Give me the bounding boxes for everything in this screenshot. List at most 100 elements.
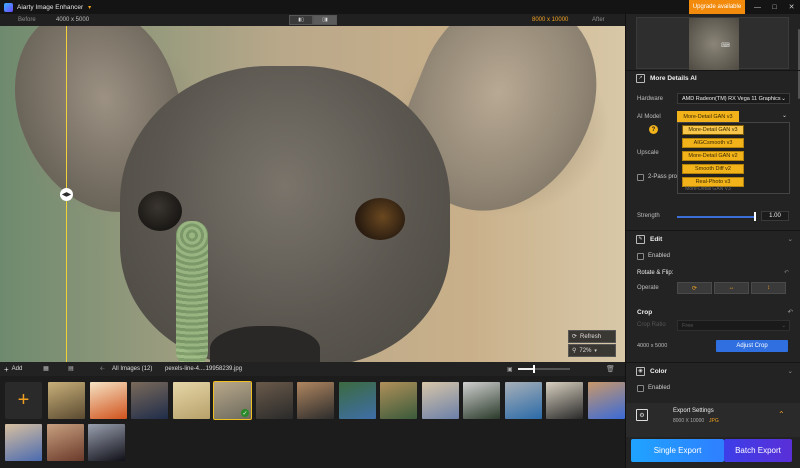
rotate-flip-label: Rotate & Flip: <box>637 270 674 276</box>
image-list-toolbar: + Add ▦ ▤ 🡠 All Images (12) pexels-line-… <box>0 362 625 376</box>
chevron-down-icon[interactable]: ▾ <box>88 4 91 11</box>
adjust-crop-button[interactable]: Adjust Crop <box>716 340 788 352</box>
crop-ratio-label: Crop Ratio <box>637 322 666 328</box>
deer-eye-right <box>355 198 405 240</box>
chevron-down-icon: ⌄ <box>781 322 786 329</box>
reset-icon: ↶ <box>787 309 793 316</box>
image-thumbnail[interactable] <box>546 382 583 419</box>
image-size-icon: ▣ <box>507 366 513 373</box>
strength-value[interactable]: 1.00 <box>761 211 789 221</box>
thumbnail-size-fill <box>518 368 534 370</box>
maximize-icon[interactable]: □ <box>766 0 783 14</box>
zoom-icon: ⚲ <box>572 348 577 354</box>
image-thumbnail[interactable] <box>297 382 334 419</box>
image-thumbnail[interactable] <box>504 382 542 419</box>
ai-model-option[interactable]: More-Detail GAN v2 <box>682 151 744 161</box>
side-by-side-icon[interactable]: ▯▮ <box>313 15 337 25</box>
ai-model-select[interactable]: More-Detail GAN v3 <box>677 111 739 122</box>
deer-nose <box>210 326 320 362</box>
grid-view-icon[interactable]: ▦ <box>39 364 53 373</box>
image-thumbnail[interactable] <box>587 382 625 419</box>
ai-model-value: More-Detail GAN v3 <box>683 113 733 120</box>
rotate-icon[interactable]: ⟳ <box>677 282 712 294</box>
hardware-label: Hardware <box>637 96 664 102</box>
thumbnail-size-thumb[interactable] <box>532 365 535 373</box>
back-arrow-icon[interactable]: 🡠 <box>100 364 105 374</box>
reset-icon[interactable]: ↶ <box>784 269 789 276</box>
color-icon: ◉ <box>636 366 645 376</box>
zoom-control[interactable]: ⚲ 72% ▾ <box>568 344 616 357</box>
edit-icon: ✎ <box>636 234 645 244</box>
export-settings-size: 8000 X 10000 <box>673 418 705 424</box>
image-thumbnail[interactable] <box>172 382 210 419</box>
strength-slider-thumb[interactable] <box>754 212 756 221</box>
chevron-down-icon[interactable]: ⌄ <box>782 112 787 119</box>
export-settings-icon: ⚙ <box>636 409 648 421</box>
thumbnail-size-slider[interactable] <box>518 365 570 373</box>
image-thumbnail[interactable]: ✓ <box>213 381 252 420</box>
divider <box>626 362 800 363</box>
chevron-down-icon: ▾ <box>594 347 597 354</box>
all-images-label[interactable]: All Images (12) <box>112 366 152 372</box>
compare-bar: Before 4000 x 5000 ▮▯ ▯▮ 8000 x 10000 Af… <box>0 14 625 26</box>
image-thumbnail[interactable] <box>46 424 84 461</box>
crop-ratio-select[interactable]: Free ⌄ <box>677 320 790 331</box>
image-canvas[interactable]: ◀▶ ⟳ Refresh ⚲ 72% ▾ <box>0 26 625 362</box>
export-settings-title: Export Settings <box>673 408 714 414</box>
image-thumbnail[interactable] <box>131 382 168 419</box>
color-enabled-label: Enabled <box>648 385 671 391</box>
edit-header[interactable]: ✎ Edit ⌄ <box>626 233 800 245</box>
image-thumbnail[interactable] <box>463 382 500 419</box>
trash-icon[interactable]: 🗑 <box>606 365 615 373</box>
color-enabled-checkbox[interactable] <box>637 385 644 392</box>
image-thumbnail[interactable] <box>88 424 125 461</box>
image-thumbnail[interactable] <box>338 382 376 419</box>
crop-dimensions: 4000 x 5000 <box>637 343 668 349</box>
add-button[interactable]: + Add <box>4 365 22 374</box>
ai-model-option[interactable]: More-Detail GAN v3 <box>682 125 744 135</box>
image-thumbnail[interactable] <box>89 382 127 419</box>
refresh-button[interactable]: ⟳ Refresh <box>568 330 616 343</box>
single-export-button[interactable]: Single Export <box>631 439 724 462</box>
keyboard-icon: ⌨ <box>721 43 730 49</box>
flip-vertical-icon[interactable]: ↕ <box>751 282 786 294</box>
image-thumbnail[interactable] <box>421 382 459 419</box>
color-header[interactable]: ◉ Color ⌄ <box>626 365 800 377</box>
add-image-tile[interactable]: + <box>5 382 42 419</box>
hardware-select[interactable]: AMD Radeon(TM) RX Vega 11 Graphics ⌄ <box>677 93 790 104</box>
preview-thumbnail <box>689 18 739 70</box>
two-pass-checkbox[interactable] <box>637 174 644 181</box>
edit-title: Edit <box>650 235 663 243</box>
before-label: Before <box>18 17 36 23</box>
image-thumbnail[interactable] <box>380 382 417 419</box>
list-view-icon[interactable]: ▤ <box>64 364 78 373</box>
current-file-name: pexels-line-4....19958239.jpg <box>165 366 243 372</box>
help-icon[interactable]: ? <box>649 125 658 134</box>
batch-export-button[interactable]: Batch Export <box>724 439 792 462</box>
image-thumbnail[interactable] <box>48 382 85 419</box>
edit-enabled-checkbox[interactable] <box>637 253 644 260</box>
add-icon: + <box>4 364 9 374</box>
strength-slider[interactable] <box>677 216 755 218</box>
ai-model-dropdown: More-Detail GAN v3 AIGCsmooth v3 More-De… <box>677 122 790 194</box>
image-thumbnail[interactable] <box>255 382 293 419</box>
split-view-icon[interactable]: ▮▯ <box>289 15 313 25</box>
compare-handle-icon[interactable]: ◀▶ <box>60 188 73 201</box>
minimize-icon[interactable]: — <box>749 0 766 14</box>
ai-model-option[interactable]: AIGCsmooth v3 <box>682 138 744 148</box>
image-thumbnail[interactable] <box>5 424 42 461</box>
upgrade-button[interactable]: Upgrade available <box>689 0 745 14</box>
crop-header[interactable]: Crop ↶ <box>626 306 800 318</box>
flip-horizontal-icon[interactable]: ↔ <box>714 282 749 294</box>
more-details-header[interactable]: ↗ More Details AI <box>626 72 800 84</box>
expand-up-icon[interactable]: ⌃ <box>778 410 785 419</box>
output-size: 8000 x 10000 <box>532 17 569 23</box>
export-settings[interactable]: ⚙ Export Settings 8000 X 10000 JPG ⌃ <box>626 403 800 437</box>
ai-model-option[interactable]: Smooth Diff v2 <box>682 164 744 174</box>
after-label: After <box>592 17 605 23</box>
add-label: Add <box>11 366 23 372</box>
navigator-preview[interactable]: ⌨ <box>636 17 789 70</box>
app-title: Aiarty Image Enhancer <box>17 3 84 11</box>
close-icon[interactable]: ✕ <box>783 0 800 14</box>
divider <box>626 230 800 231</box>
